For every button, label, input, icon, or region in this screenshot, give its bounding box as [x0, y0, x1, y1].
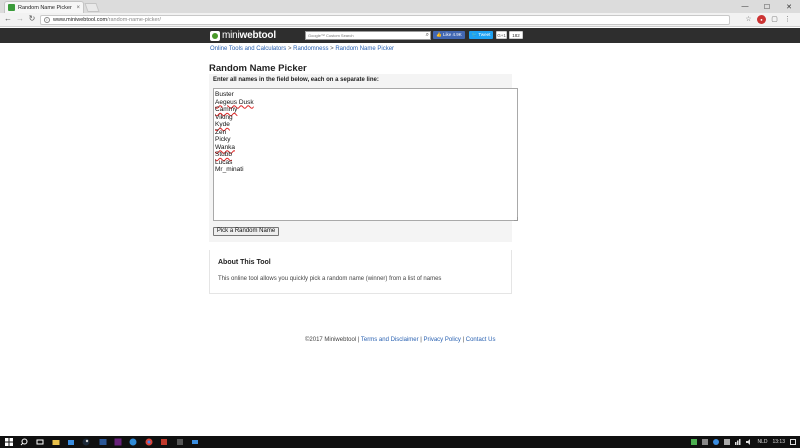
breadcrumb-link-tools[interactable]: Online Tools and Calculators: [210, 46, 286, 52]
media-icon[interactable]: [176, 438, 184, 446]
search-icon[interactable]: [20, 438, 28, 446]
footer-separator: |: [462, 337, 465, 343]
facebook-like-button[interactable]: 👍 Like 4.9K: [433, 31, 465, 39]
browser-tab[interactable]: Random Name Picker - C ×: [4, 1, 84, 13]
privacy-link[interactable]: Privacy Policy: [424, 337, 461, 343]
google-plus-button[interactable]: G+1: [496, 31, 507, 39]
app-icon[interactable]: [129, 438, 137, 446]
names-field-label: Enter all names in the field below, each…: [213, 77, 379, 83]
tray-icon[interactable]: [691, 439, 698, 445]
about-text: This online tool allows you quickly pick…: [218, 276, 442, 282]
tweet-button[interactable]: 🐦 Tweet: [469, 31, 493, 39]
about-title: About This Tool: [218, 259, 271, 266]
contact-link[interactable]: Contact Us: [466, 337, 496, 343]
back-arrow-icon[interactable]: ←: [3, 14, 13, 23]
windows-taskbar: NLD 13:13: [0, 436, 800, 448]
tab-title: Random Name Picker - C: [18, 4, 73, 11]
reload-icon[interactable]: ↻: [27, 14, 37, 23]
about-section: [209, 250, 512, 294]
logo-text-webtool: webtool: [239, 30, 277, 41]
tab-close-icon[interactable]: ×: [76, 5, 80, 11]
breadcrumb: Online Tools and Calculators > Randomnes…: [210, 46, 394, 52]
file-explorer-icon[interactable]: [52, 438, 60, 446]
extension-icon[interactable]: ●: [757, 15, 766, 24]
tray-icon[interactable]: [713, 439, 720, 445]
google-plus-count: 182: [509, 31, 523, 39]
url-text: www.miniwebtool.com/random-name-picker/: [53, 17, 161, 23]
browser-tab-strip: Random Name Picker - C × — ☐ ✕: [0, 0, 800, 13]
visual-studio-icon[interactable]: [114, 438, 122, 446]
name-line: Cammy: [215, 106, 238, 113]
site-search-box: ⌕: [305, 31, 431, 40]
search-icon[interactable]: ⌕: [426, 32, 429, 39]
extension-box-icon[interactable]: ▢: [770, 15, 779, 24]
task-view-icon[interactable]: [36, 438, 44, 446]
breadcrumb-link-current[interactable]: Random Name Picker: [335, 46, 394, 52]
name-line: Aegeus Dusk: [215, 98, 254, 106]
new-tab-button[interactable]: [84, 3, 100, 12]
forward-arrow-icon[interactable]: →: [15, 14, 25, 23]
bookmark-star-icon[interactable]: ☆: [744, 15, 753, 24]
name-line: Lucas: [215, 158, 233, 166]
volume-icon[interactable]: [746, 439, 752, 445]
site-search-input[interactable]: [306, 32, 420, 39]
footer-separator: |: [357, 337, 360, 343]
breadcrumb-link-randomness[interactable]: Randomness: [293, 46, 328, 52]
site-favicon-icon: [8, 4, 15, 11]
window-controls: — ☐ ✕: [734, 0, 800, 13]
logo-text-mini: mini: [222, 30, 240, 41]
name-line: Zen: [215, 128, 227, 136]
site-header: mini webtool ⌕ 👍 Like 4.9K 🐦 Tweet G+1 1…: [0, 28, 800, 43]
name-line: Picky: [215, 136, 231, 143]
breadcrumb-separator: >: [330, 46, 334, 52]
name-line: Kyde: [215, 121, 230, 128]
close-window-button[interactable]: ✕: [778, 0, 800, 13]
name-line: Stubb: [215, 151, 232, 158]
system-tray: NLD 13:13: [691, 437, 796, 447]
footer-separator: |: [420, 337, 422, 343]
names-textarea[interactable]: Buster Aegeus Dusk Cammy Viking Kyde Zen…: [213, 88, 518, 221]
maximize-button[interactable]: ☐: [756, 0, 778, 13]
app-icon[interactable]: [191, 438, 199, 446]
textarea-resize-handle[interactable]: [514, 217, 518, 221]
pick-random-name-button[interactable]: Pick a Random Name: [213, 227, 279, 236]
name-line: Viking: [215, 113, 233, 121]
windows-start-icon[interactable]: [5, 438, 13, 446]
copyright-text: ©2017 Miniwebtool: [305, 337, 357, 343]
language-indicator[interactable]: NLD: [757, 439, 767, 445]
steam-icon[interactable]: [82, 438, 90, 446]
terminal-icon[interactable]: [99, 438, 107, 446]
game-icon[interactable]: [160, 438, 168, 446]
tray-icon[interactable]: [702, 439, 709, 445]
network-icon[interactable]: [735, 439, 741, 445]
browser-extension-icons: ☆ ● ▢ ⋮: [744, 15, 792, 24]
name-line: Mr_minati: [215, 166, 244, 173]
minimize-button[interactable]: —: [734, 0, 756, 13]
chrome-icon[interactable]: [145, 438, 153, 446]
taskbar-clock[interactable]: 13:13: [772, 439, 785, 445]
name-line: Wanka: [215, 143, 235, 151]
logo-mark-icon: [210, 30, 220, 41]
terms-link[interactable]: Terms and Disclaimer: [361, 337, 419, 343]
page-info-icon[interactable]: i: [44, 17, 50, 23]
notification-icon[interactable]: [790, 439, 796, 445]
page-title: Random Name Picker: [209, 63, 307, 74]
address-bar[interactable]: i www.miniwebtool.com/random-name-picker…: [40, 15, 730, 25]
name-line: Buster: [215, 91, 234, 98]
page-footer: ©2017 Miniwebtool | Terms and Disclaimer…: [305, 337, 495, 343]
store-icon[interactable]: [67, 438, 75, 446]
tray-icon[interactable]: [724, 439, 731, 445]
miniwebtool-logo[interactable]: mini webtool: [210, 30, 276, 41]
browser-toolbar: ← → ↻ i www.miniwebtool.com/random-name-…: [0, 13, 800, 27]
breadcrumb-separator: >: [287, 46, 292, 52]
menu-dots-icon[interactable]: ⋮: [783, 15, 792, 24]
